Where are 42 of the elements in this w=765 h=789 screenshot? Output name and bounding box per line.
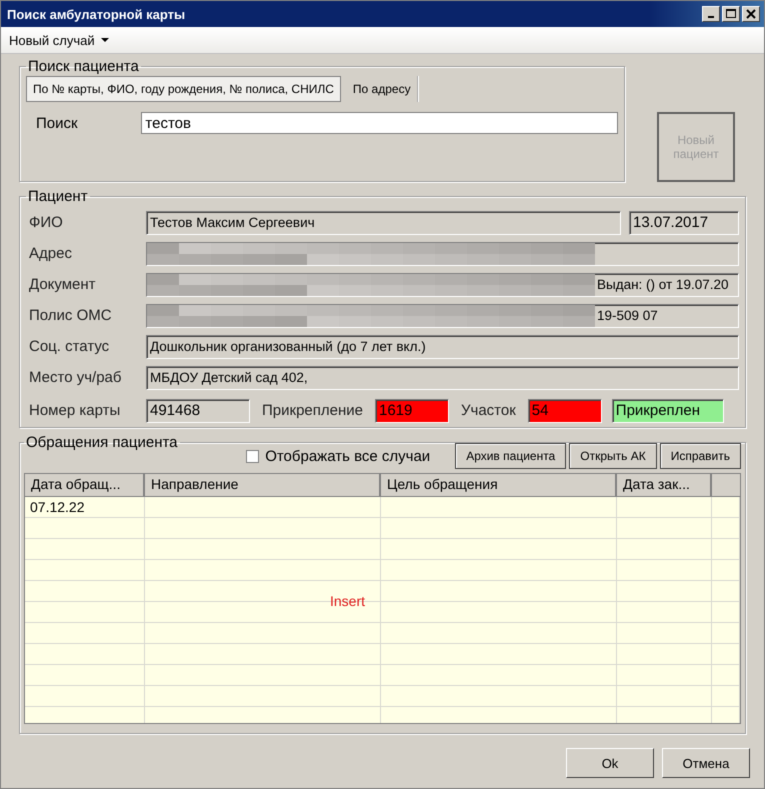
field-value: Тестов Максим Сергеевич	[150, 215, 315, 230]
table-cell: 07.12.22	[30, 499, 84, 515]
maximize-button[interactable]	[722, 6, 740, 22]
field-label: Поиск	[36, 114, 79, 132]
close-button[interactable]	[742, 6, 760, 22]
field-value: Выдан: () от 19.07.20	[597, 277, 728, 292]
field-label: Место уч/раб	[28, 369, 122, 386]
field-label: Номер карты	[28, 402, 122, 419]
window-title: Поиск амбулаторной карты	[7, 6, 186, 22]
toolbar-button[interactable]: Архив пациента	[455, 443, 566, 469]
field-value: МБДОУ Детский сад 402,	[150, 370, 308, 385]
close-icon	[746, 9, 756, 19]
group-title: Поиск пациента	[27, 58, 140, 75]
field-label: Участок	[460, 402, 516, 419]
menu-item[interactable]: Новый случай	[5, 30, 113, 50]
toolbar-button[interactable]: Открыть АК	[569, 443, 657, 469]
toolbar-button[interactable]: Исправить	[660, 443, 741, 469]
field-value: 491468	[150, 402, 200, 419]
search-field[interactable]: тестов	[141, 112, 618, 134]
field-value: 1619	[378, 402, 412, 419]
caret-icon	[100, 38, 109, 42]
dialog-button[interactable]: Отмена	[662, 748, 750, 778]
field-value: 54	[532, 402, 548, 419]
field-label: Адрес	[28, 245, 73, 262]
field-value: Прикреплен	[616, 402, 700, 419]
field-label: ФИО	[28, 214, 64, 231]
field-label: Документ	[28, 276, 97, 293]
field-label: Соц. статус	[28, 338, 110, 355]
dialog-button[interactable]: Ok	[566, 748, 654, 778]
field-value: Дошкольник организованный (до 7 лет вкл.)	[150, 339, 426, 354]
field-value: 19-509 07	[597, 308, 658, 323]
field-value: 13.07.2017	[633, 214, 708, 231]
show-all-checkbox[interactable]: Отображать все случаи	[246, 448, 430, 464]
group-title: Обращения пациента	[25, 434, 179, 451]
field-label: Полис ОМС	[28, 307, 113, 324]
maximize-icon	[726, 9, 736, 19]
minimize-button[interactable]	[702, 6, 720, 22]
group-title: Пациент	[27, 188, 89, 205]
minimize-icon	[708, 16, 714, 18]
tab[interactable]: По № карты, ФИО, году рождения, № полиса, СНИЛС	[26, 76, 341, 102]
field-label: Прикрепление	[262, 402, 363, 419]
insert-hint: Insert	[330, 593, 366, 609]
